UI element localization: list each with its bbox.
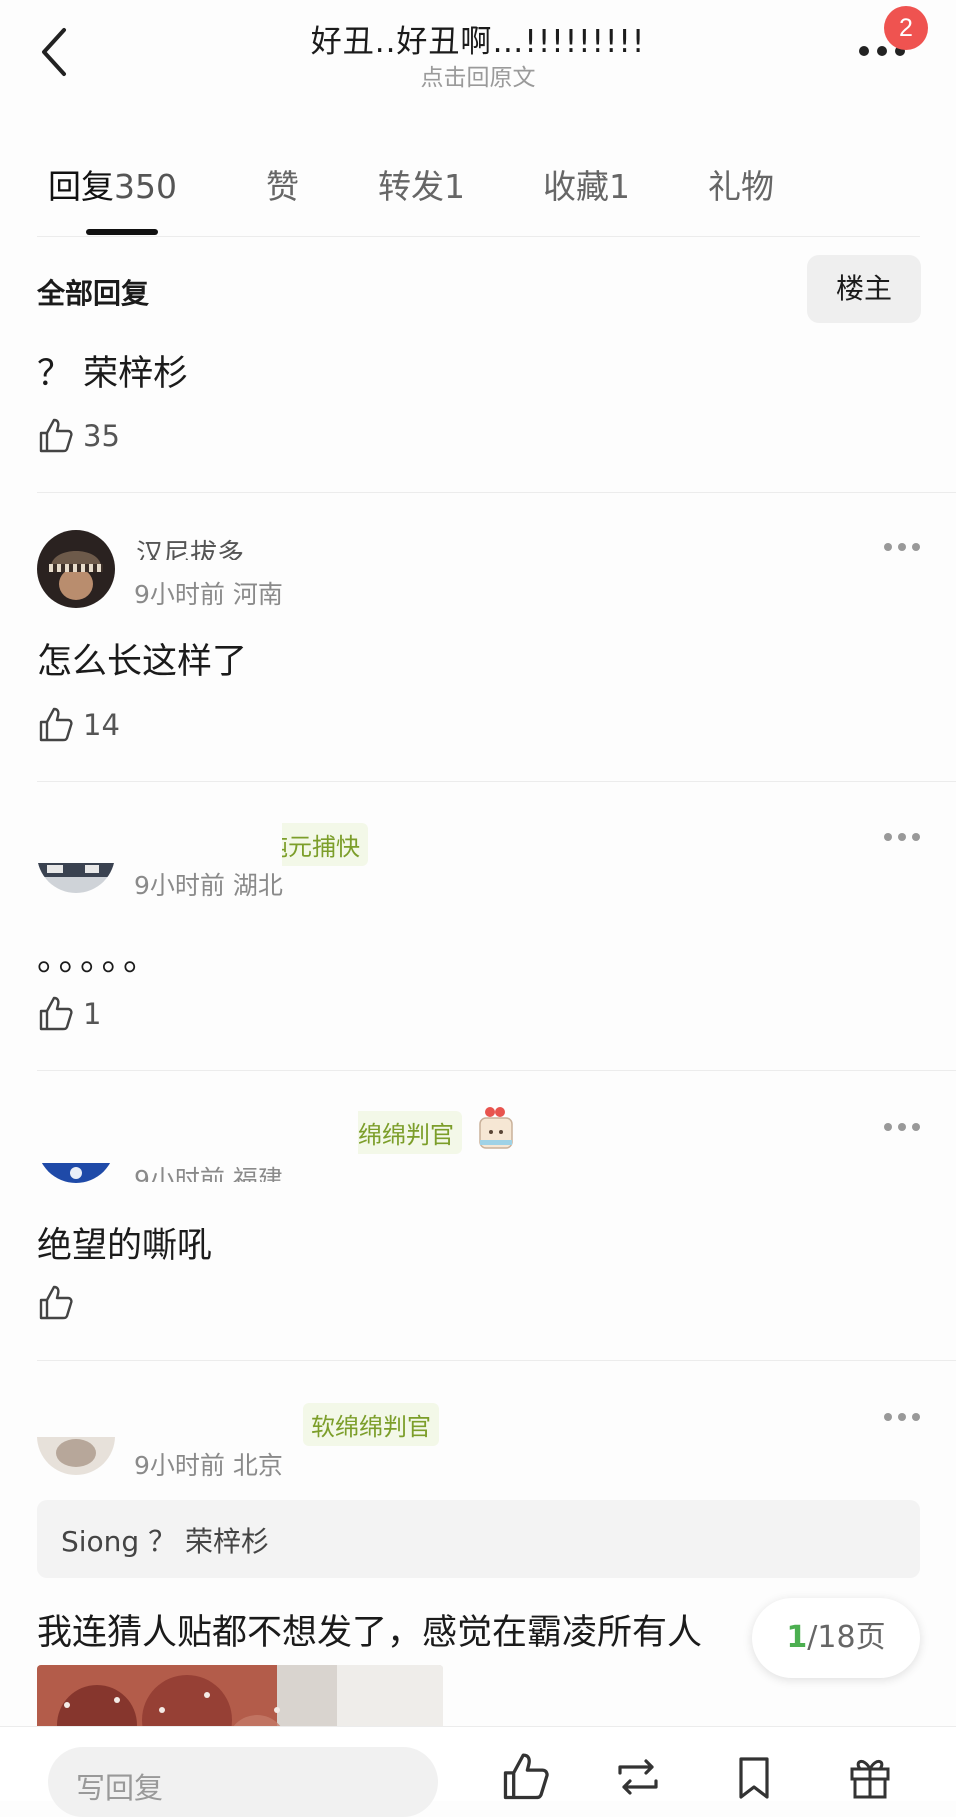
- thumb-up-icon: [39, 1285, 73, 1320]
- reply-location: 河南: [232, 580, 283, 609]
- tab-favorites[interactable]: 收藏1: [543, 160, 630, 208]
- tab-favorites-count: 1: [609, 167, 630, 206]
- reply-input-placeholder: 写回复: [76, 1771, 164, 1805]
- quoted-reply[interactable]: Siong ？ 荣梓杉: [37, 1500, 920, 1578]
- all-replies-heading: 全部回复: [37, 277, 150, 310]
- total-pages: /18页: [807, 1620, 886, 1655]
- like-button[interactable]: [37, 1284, 157, 1324]
- tab-replies-label: 回复: [48, 167, 114, 206]
- repost-icon: [618, 1759, 658, 1795]
- tab-reposts-count: 1: [444, 167, 465, 206]
- reply-location: 湖北: [232, 871, 283, 900]
- reply-text: 怎么长这样了: [37, 642, 248, 682]
- like-button[interactable]: 35: [37, 417, 157, 457]
- divider: [37, 781, 956, 782]
- cake-icon: [479, 1107, 513, 1149]
- avatar[interactable]: [37, 1163, 115, 1183]
- owner-only-button[interactable]: 楼主: [807, 255, 921, 323]
- reply-text: ？ 荣梓杉: [37, 354, 189, 394]
- active-tab-indicator: [86, 229, 158, 235]
- current-page: 1: [786, 1620, 808, 1655]
- gift-icon: [850, 1760, 890, 1799]
- bookmark-button[interactable]: [728, 1751, 780, 1803]
- divider: [37, 1360, 956, 1361]
- bookmark-icon: [739, 1757, 769, 1799]
- reply-meta: 9小时前 北京: [134, 1446, 283, 1482]
- divider: [37, 1070, 956, 1071]
- thumb-up-icon: [39, 418, 73, 453]
- like-post-button[interactable]: [500, 1751, 552, 1803]
- user-title-tag: 纯元捕快: [282, 823, 368, 866]
- tab-gifts[interactable]: 礼物: [708, 160, 774, 208]
- divider: [37, 236, 920, 237]
- quoted-reply-text: Siong ？ 荣梓杉: [61, 1525, 270, 1558]
- like-count: 14: [83, 708, 120, 742]
- decoration-cake-icon: [476, 1104, 516, 1152]
- avatar[interactable]: [37, 863, 115, 893]
- avatar-image: [37, 1163, 115, 1183]
- tab-gifts-label: 礼物: [708, 167, 774, 206]
- back-to-original-link[interactable]: 点击回原文: [0, 58, 956, 92]
- avatar-image: [37, 1437, 115, 1475]
- page-indicator[interactable]: 1/18页: [752, 1598, 920, 1678]
- username[interactable]: 汉尼拔多: [136, 532, 244, 560]
- user-title-tag: 绵绵判官: [358, 1111, 462, 1154]
- reply-input[interactable]: 写回复: [48, 1747, 438, 1817]
- avatar[interactable]: [37, 1437, 115, 1475]
- more-icon: [884, 1413, 920, 1421]
- user-title-tag: 软绵绵判官: [303, 1403, 439, 1446]
- tab-likes-label: 赞: [266, 167, 299, 206]
- tab-favorites-label: 收藏: [543, 167, 609, 206]
- thumb-up-icon: [503, 1753, 549, 1800]
- reply-meta: 9小时前 湖北: [134, 866, 283, 902]
- reply-text: 绝望的嘶吼: [37, 1226, 213, 1266]
- reply-time: 9小时前: [134, 580, 225, 609]
- reply-meta: 9小时前 河南: [134, 575, 283, 611]
- reply-time: 9小时前: [134, 1451, 225, 1480]
- avatar[interactable]: [37, 530, 115, 608]
- tab-reposts[interactable]: 转发1: [378, 160, 465, 208]
- reply-time: 9小时前: [134, 871, 225, 900]
- thumb-up-icon: [39, 707, 73, 742]
- more-icon: [884, 833, 920, 841]
- bottom-action-bar: 写回复: [0, 1726, 956, 1817]
- notification-badge: 2: [884, 6, 928, 50]
- like-button[interactable]: 1: [37, 995, 157, 1035]
- reply-location: 北京: [232, 1451, 283, 1480]
- reply-more-button[interactable]: [882, 831, 922, 843]
- tab-replies[interactable]: 回复350: [48, 160, 177, 208]
- more-icon: [884, 1123, 920, 1131]
- gift-button[interactable]: [844, 1751, 896, 1803]
- repost-button[interactable]: [612, 1751, 664, 1803]
- tab-replies-count: 350: [114, 167, 177, 206]
- reply-more-button[interactable]: [882, 541, 922, 553]
- more-icon: [884, 543, 920, 551]
- reply-time: 9小时前: [134, 1165, 225, 1182]
- thumb-up-icon: [39, 996, 73, 1031]
- like-button[interactable]: 14: [37, 706, 157, 746]
- reply-location: 福建: [232, 1165, 283, 1182]
- reply-text: 。。。。。: [37, 939, 163, 979]
- like-count: 1: [83, 997, 102, 1031]
- avatar-image: [37, 863, 115, 893]
- divider: [37, 492, 956, 493]
- like-count: 35: [83, 419, 120, 453]
- avatar-image: [37, 530, 115, 608]
- reply-more-button[interactable]: [882, 1121, 922, 1133]
- reply-more-button[interactable]: [882, 1411, 922, 1423]
- tab-reposts-label: 转发: [378, 167, 444, 206]
- reply-meta: 9小时前 福建: [134, 1160, 283, 1182]
- page-title: 好丑..好丑啊…!!!!!!!!!: [310, 24, 646, 60]
- reply-text: 我连猜人贴都不想发了，感觉在霸凌所有人: [37, 1613, 703, 1653]
- tab-likes[interactable]: 赞: [266, 160, 299, 208]
